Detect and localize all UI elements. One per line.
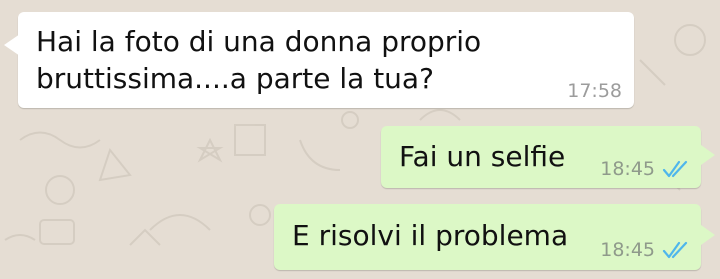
incoming-bubble-tail [4, 34, 20, 56]
message-timestamp: 18:45 [600, 239, 655, 261]
incoming-message-bubble[interactable]: Hai la foto di una donna proprio bruttis… [18, 12, 634, 108]
outgoing-bubble-tail [701, 225, 715, 245]
outgoing-message-bubble[interactable]: E risolvi il problema 18:45 [274, 204, 701, 270]
outgoing-bubble-tail [701, 145, 715, 165]
message-text: Fai un selfie [399, 140, 566, 173]
message-text-line-2: bruttissima....a parte la tua? [36, 62, 434, 95]
message-text: E risolvi il problema [292, 219, 569, 252]
message-meta: 17:58 [567, 80, 622, 102]
message-meta: 18:45 [600, 239, 691, 261]
message-meta: 18:45 [600, 158, 691, 180]
message-text-line-1: Hai la foto di una donna proprio [36, 25, 482, 58]
message-timestamp: 17:58 [567, 80, 622, 102]
outgoing-message-bubble[interactable]: Fai un selfie 18:45 [381, 126, 701, 188]
double-check-read-icon [662, 160, 688, 178]
message-timestamp: 18:45 [600, 158, 655, 180]
double-check-read-icon [662, 241, 688, 259]
